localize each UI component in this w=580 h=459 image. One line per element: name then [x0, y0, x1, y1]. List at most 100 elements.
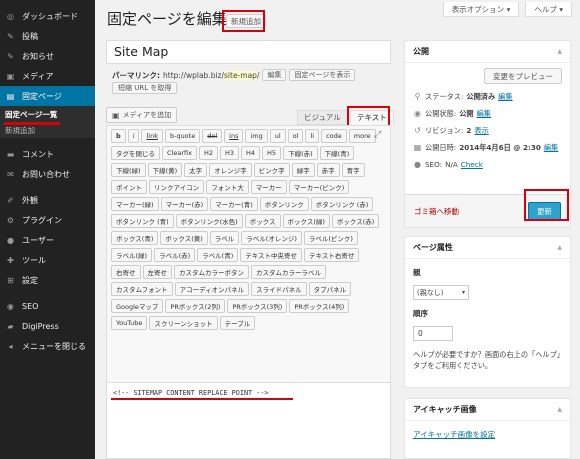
quicktag-button[interactable]: ボックス(青) [111, 231, 159, 245]
quicktag-button[interactable]: ボタンリンク (赤) [310, 197, 374, 211]
quicktag-button[interactable]: H4 [241, 146, 261, 160]
sidebar-item-items3-0[interactable]: ✐ 外観 [0, 190, 95, 210]
quicktag-button[interactable]: ボタンリンク (青) [111, 214, 174, 228]
quicktag-button[interactable]: アコーディオンパネル [174, 282, 250, 296]
quicktag-button[interactable]: ラベル(青) [197, 248, 239, 262]
quicktag-button[interactable]: 下線(青) [319, 146, 355, 160]
quicktag-button[interactable]: more [348, 129, 376, 143]
quicktag-button[interactable]: テキスト右寄せ [304, 248, 360, 262]
sidebar-item-items4-1[interactable]: ▰ DigiPress [0, 316, 95, 336]
sidebar-item-items-1[interactable]: ✎ 投稿 [0, 26, 95, 46]
sidebar-item-items4-0[interactable]: ◉ SEO [0, 296, 95, 316]
quicktag-button[interactable]: テーブル [219, 316, 256, 330]
preview-button[interactable]: 変更をプレビュー [484, 68, 562, 84]
quicktag-button[interactable]: link [141, 129, 163, 143]
view-page-button[interactable]: 固定ページを表示 [289, 69, 356, 81]
quicktag-button[interactable]: li [305, 129, 320, 143]
quicktag-button[interactable]: 赤字 [316, 163, 340, 177]
quicktag-button[interactable]: 右寄せ [111, 265, 141, 279]
quicktag-button[interactable]: del [202, 129, 223, 143]
revisions-link[interactable]: 表示 [474, 126, 488, 136]
quicktag-button[interactable]: ラベル(オレンジ) [241, 231, 302, 245]
quicktag-button[interactable]: ol [287, 129, 304, 143]
quicktag-button[interactable]: カスタムカラーボタン [174, 265, 249, 279]
sidebar-item-items3-1[interactable]: ⚙ プラグイン [0, 210, 95, 230]
quicktag-button[interactable]: PRボックス(4列) [289, 299, 350, 313]
sidebar-item-items-0[interactable]: ◎ ダッシュボード [0, 6, 95, 26]
sidebar-item-items-2[interactable]: ✎ お知らせ [0, 46, 95, 66]
quicktag-button[interactable]: Clearfix [162, 146, 197, 160]
sidebar-item-items3-3[interactable]: ✚ ツール [0, 250, 95, 270]
sidebar-item-items2-0[interactable]: ▬ コメント [0, 144, 95, 164]
sidebar-item-items4-2[interactable]: ◂ メニューを閉じる [0, 336, 95, 356]
parent-select[interactable]: (親なし) ▾ [413, 285, 469, 300]
permalink-slug[interactable]: site-map [224, 70, 257, 80]
submenu-all-pages[interactable]: 固定ページ一覧 [0, 106, 95, 122]
toggle-arrow-icon[interactable]: ▲ [557, 244, 562, 251]
quicktag-button[interactable]: カスタムフォント [111, 282, 173, 296]
sidebar-item-items3-2[interactable]: ● ユーザー [0, 230, 95, 250]
quicktag-button[interactable]: ポイント [111, 180, 147, 194]
quicktag-button[interactable]: ボタンリンク [259, 197, 309, 211]
quicktag-button[interactable]: マーカー(緑) [111, 197, 159, 211]
date-edit-link[interactable]: 編集 [544, 143, 558, 153]
quicktag-button[interactable]: フォント大 [206, 180, 249, 194]
quicktag-button[interactable]: H3 [219, 146, 240, 160]
quicktag-button[interactable]: 下線(緑) [111, 163, 146, 177]
quicktag-button[interactable]: YouTube [111, 316, 148, 330]
add-media-button[interactable]: ▣ メディアを追加 [106, 107, 178, 123]
seo-check-link[interactable]: Check [461, 160, 483, 169]
quicktag-button[interactable]: ラベル [209, 231, 240, 245]
quicktag-button[interactable]: ボックス(緑) [282, 214, 330, 228]
quicktag-button[interactable]: リンクアイコン [149, 180, 205, 194]
quicktag-button[interactable]: テキスト中央寄せ [240, 248, 303, 262]
quicktag-button[interactable]: Googleマップ [111, 299, 164, 313]
quicktag-button[interactable]: タグを閉じる [111, 146, 160, 160]
sidebar-item-items-3[interactable]: ▣ メディア [0, 66, 95, 86]
quicktag-button[interactable]: ul [269, 129, 286, 143]
quicktag-button[interactable]: カスタムカラーラベル [251, 265, 326, 279]
quicktag-button[interactable]: オレンジ字 [209, 163, 252, 177]
shortlink-button[interactable]: 短縮 URL を取得 [112, 82, 178, 94]
toggle-arrow-icon[interactable]: ▲ [557, 406, 562, 413]
quicktag-button[interactable]: 太字 [184, 163, 208, 177]
quicktag-button[interactable]: ラベル(ピンク) [303, 231, 358, 245]
set-featured-image-link[interactable]: アイキャッチ画像を設定 [413, 430, 495, 439]
quicktag-button[interactable]: 緑字 [291, 163, 315, 177]
quicktag-button[interactable]: code [321, 129, 347, 143]
quicktag-button[interactable]: ラベル(緑) [111, 248, 153, 262]
sidebar-item-items-4[interactable]: ▤ 固定ページ [0, 86, 95, 106]
screen-options-button[interactable]: 表示オプション ▾ [442, 2, 520, 17]
quicktag-button[interactable]: ins [224, 129, 244, 143]
sidebar-item-items2-1[interactable]: ✉ お問い合わせ [0, 164, 95, 184]
quicktag-button[interactable]: 左寄せ [142, 265, 172, 279]
status-edit-link[interactable]: 編集 [498, 92, 512, 102]
fullscreen-icon[interactable]: ⤢ [374, 130, 381, 140]
permalink-edit-button[interactable]: 編集 [262, 69, 287, 81]
content-textarea[interactable]: <!-- SITEMAP CONTENT REPLACE POINT --> [106, 383, 391, 459]
quicktag-button[interactable]: ボックス(赤) [331, 214, 380, 228]
quicktag-button[interactable]: ボタンリンク(水色) [175, 214, 243, 228]
quicktag-button[interactable]: マーカー(青) [210, 197, 258, 211]
quicktag-button[interactable]: 青字 [341, 163, 365, 177]
trash-link[interactable]: ゴミ箱へ移動 [414, 206, 459, 217]
quicktag-button[interactable]: スクリーンショット [149, 316, 218, 330]
quicktag-button[interactable]: b [111, 129, 126, 143]
quicktag-button[interactable]: ボックス(黄) [160, 231, 208, 245]
quicktag-button[interactable]: マーカー [250, 180, 287, 194]
quicktag-button[interactable]: b-quote [164, 129, 201, 143]
quicktag-button[interactable]: H5 [262, 146, 282, 160]
sidebar-item-items3-4[interactable]: ⊞ 設定 [0, 270, 95, 290]
help-button[interactable]: ヘルプ ▾ [525, 2, 572, 17]
quicktag-button[interactable]: 下線(黄) [147, 163, 183, 177]
quicktag-button[interactable]: マーカー(ピンク) [288, 180, 350, 194]
order-input[interactable]: 0 [413, 326, 453, 341]
quicktag-button[interactable]: ピンク字 [253, 163, 290, 177]
title-input[interactable]: Site Map [106, 40, 391, 64]
quicktag-button[interactable]: 下線(赤) [283, 146, 318, 160]
quicktag-button[interactable]: マーカー(赤) [160, 197, 209, 211]
quicktag-button[interactable]: img [245, 129, 268, 143]
quicktag-button[interactable]: タブパネル [308, 282, 352, 296]
visibility-edit-link[interactable]: 編集 [477, 109, 491, 119]
quicktag-button[interactable]: PRボックス(3列) [227, 299, 288, 313]
